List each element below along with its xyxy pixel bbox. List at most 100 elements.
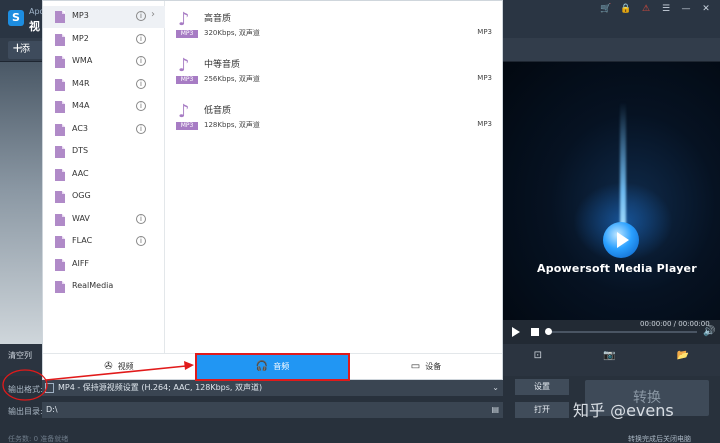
audio-file-icon (55, 11, 65, 23)
format-tabs: ✇ 视频 🎧 音频 ▭ 设备 (43, 353, 502, 381)
camera-icon[interactable]: 📷 (603, 350, 615, 361)
music-note-icon: ♪ MP3 (176, 103, 198, 131)
info-icon[interactable]: i (136, 33, 146, 44)
tab-audio[interactable]: 🎧 音频 (195, 353, 350, 381)
chevron-down-icon[interactable]: ⌄ (492, 380, 499, 396)
audio-file-icon (55, 281, 65, 293)
format-category-item[interactable]: M4A i (43, 96, 165, 118)
media-player: Apowersoft Media Player (503, 62, 720, 320)
cart-icon[interactable]: 🛒 (600, 4, 612, 14)
format-category-item[interactable]: DTS (43, 141, 165, 163)
tab-video[interactable]: ✇ 视频 (43, 354, 195, 380)
seek-handle[interactable] (545, 328, 552, 335)
preset-desc: 128Kbps, 双声道 (204, 121, 260, 129)
preset-item[interactable]: ♪ MP3 中等音质 256Kbps, 双声道 MP3 (166, 47, 502, 93)
format-category-label: M4R (72, 78, 90, 88)
format-category-item[interactable]: FLAC i (43, 231, 165, 253)
audio-file-icon (55, 191, 65, 203)
format-category-item[interactable]: AIFF (43, 254, 165, 276)
format-category-label: AIFF (72, 258, 90, 268)
play-icon[interactable] (512, 327, 520, 337)
audio-file-icon (55, 33, 65, 46)
music-note-icon: ♪ MP3 (176, 57, 198, 85)
audio-file-icon (55, 123, 65, 136)
minimize-icon[interactable]: — (680, 4, 692, 14)
open-button[interactable]: 打开 (515, 402, 569, 418)
fullscreen-icon[interactable]: ⊡ (534, 350, 542, 361)
player-tools: ⊡ 📷 📂 (503, 344, 720, 366)
stop-icon[interactable] (531, 328, 539, 336)
preset-desc: 256Kbps, 双声道 (204, 75, 260, 83)
task-status: 任务数: 0 准备就绪 (8, 435, 69, 443)
format-category-item[interactable]: OGG (43, 186, 165, 208)
format-category-item[interactable]: AC3 i (43, 119, 165, 141)
alert-icon[interactable]: ⚠ (640, 4, 652, 14)
time-readout: 00:00:00 / 00:00:00 (640, 320, 710, 328)
player-play-logo-icon[interactable] (603, 222, 639, 258)
preset-format: MP3 (477, 74, 492, 82)
info-icon[interactable]: i (136, 123, 146, 134)
format-tag: MP3 (176, 76, 198, 84)
tab-device[interactable]: ▭ 设备 (350, 354, 502, 380)
format-tag: MP3 (176, 30, 198, 38)
file-list-area (0, 62, 42, 344)
format-category-item[interactable]: RealMedia (43, 276, 165, 298)
music-note-icon: ♪ MP3 (176, 11, 198, 39)
settings-button[interactable]: 设置 (515, 379, 569, 395)
film-reel-icon: ✇ (104, 361, 113, 372)
player-controls: 00:00:00 / 00:00:00 🔊 (503, 320, 720, 344)
format-category-item[interactable]: MP2 i (43, 29, 165, 51)
format-category-label: FLAC (72, 236, 93, 245)
format-category-label: DTS (72, 146, 89, 155)
audio-file-icon (55, 258, 65, 271)
info-icon[interactable]: i (136, 101, 146, 111)
format-category-item[interactable]: WAV i (43, 209, 165, 231)
tab-video-label: 视频 (117, 362, 134, 371)
volume-icon[interactable]: 🔊 (703, 326, 715, 337)
format-category-label: WMA (72, 56, 93, 65)
audio-file-icon (55, 146, 65, 158)
chevron-right-icon: › (151, 9, 155, 20)
output-format-select[interactable]: MP4 - 保持源视频设置 (H.264; AAC, 128Kbps, 双声道)… (42, 380, 503, 396)
info-icon[interactable]: i (136, 78, 146, 89)
close-icon[interactable]: ✕ (700, 4, 712, 14)
format-category-item[interactable]: WMA i (43, 51, 165, 73)
info-icon[interactable]: i (136, 11, 146, 21)
note-glyph: ♪ (178, 9, 190, 30)
format-category-label: AC3 (72, 123, 89, 133)
format-category-label: MP2 (72, 33, 89, 43)
clear-list-button[interactable]: 清空列 (8, 350, 32, 361)
menu-icon[interactable]: ☰ (660, 4, 672, 14)
format-category-item[interactable]: MP3 i › (43, 6, 165, 28)
info-icon[interactable]: i (136, 236, 146, 246)
format-category-item[interactable]: AAC (43, 164, 165, 186)
preset-item[interactable]: ♪ MP3 高音质 320Kbps, 双声道 MP3 (166, 1, 502, 47)
lock-icon[interactable]: 🔒 (620, 4, 632, 14)
info-icon[interactable]: i (136, 56, 146, 66)
preset-name: 低音质 (204, 106, 232, 116)
window-controls: 🛒 🔒 ⚠ ☰ — ✕ (600, 4, 712, 14)
shutdown-option[interactable]: 转换完成后关闭电脑 (628, 434, 691, 443)
preset-name: 高音质 (204, 14, 232, 24)
tab-device-label: 设备 (425, 362, 442, 371)
format-category-label: MP3 (72, 11, 89, 20)
format-category-item[interactable]: M4R i (43, 74, 165, 96)
browse-folder-icon[interactable]: ▤ (491, 402, 499, 418)
format-tag: MP3 (176, 122, 198, 130)
audio-file-icon (55, 78, 65, 91)
output-dir-field[interactable]: D:\ ▤ (42, 402, 503, 418)
format-category-label: RealMedia (72, 281, 114, 290)
audio-file-icon (55, 101, 65, 113)
info-icon[interactable]: i (136, 213, 146, 224)
format-category-label: AAC (72, 168, 89, 178)
preset-item[interactable]: ♪ MP3 低音质 128Kbps, 双声道 MP3 (166, 93, 502, 139)
preset-format: MP3 (477, 120, 492, 128)
preset-format: MP3 (477, 28, 492, 36)
format-dialog: MP3 i › MP2 i WMA i M4R i M4A i AC3 i DTS AAC OGG WAV i FL… (42, 0, 503, 381)
note-glyph: ♪ (178, 101, 190, 122)
tab-audio-label: 音频 (273, 362, 290, 371)
folder-icon[interactable]: 📂 (677, 350, 689, 361)
preset-desc: 320Kbps, 双声道 (204, 29, 260, 37)
seek-bar[interactable] (547, 331, 697, 333)
format-category-label: WAV (72, 213, 90, 223)
